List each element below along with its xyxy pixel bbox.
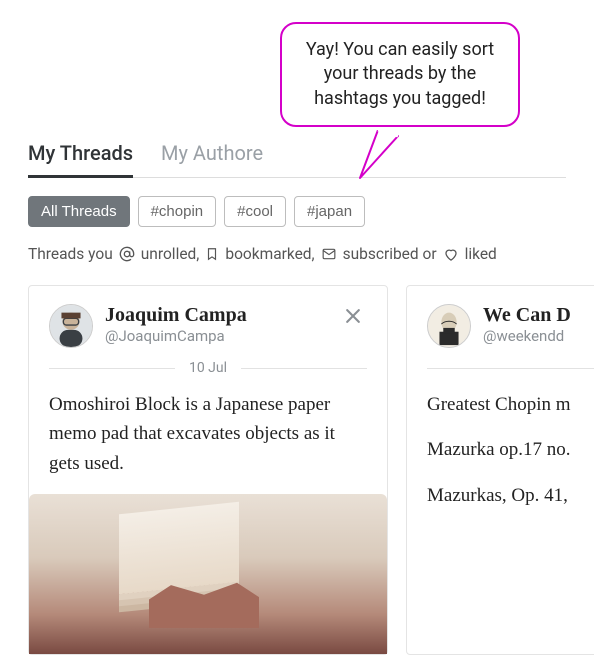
- divider-line: [49, 368, 175, 369]
- card-header: We Can D @weekendd: [427, 304, 594, 348]
- card-header: Joaquim Campa @JoaquimCampa: [49, 304, 367, 348]
- thread-text: Omoshiroi Block is a Japanese paper memo…: [49, 390, 367, 478]
- help-subscribed: subscribed or: [343, 245, 437, 263]
- close-icon[interactable]: [339, 304, 367, 333]
- tip-text: Yay! You can easily sort your threads by…: [306, 39, 494, 109]
- date-divider: 22: [427, 360, 594, 376]
- thread-image[interactable]: [29, 494, 387, 654]
- thread-text: Greatest Chopin m: [427, 390, 594, 419]
- help-unrolled: unrolled,: [141, 245, 200, 263]
- tip-speech-bubble: Yay! You can easily sort your threads by…: [280, 22, 520, 127]
- speech-bubble-tail: [358, 130, 418, 190]
- thread-cards-row: Joaquim Campa @JoaquimCampa 10 Jul Omosh…: [28, 285, 566, 655]
- chip-label: #japan: [307, 203, 352, 220]
- bookmark-icon: [205, 246, 219, 262]
- thread-body: Omoshiroi Block is a Japanese paper memo…: [49, 390, 367, 478]
- help-line: Threads you unrolled, bookmarked, subscr…: [28, 245, 566, 263]
- help-liked: liked: [465, 245, 497, 263]
- tab-label: My Authore: [161, 141, 263, 165]
- thread-card[interactable]: We Can D @weekendd 22 Greatest Chopin m …: [406, 285, 594, 655]
- tab-my-authored[interactable]: My Authore: [161, 141, 263, 178]
- filter-chip-all-threads[interactable]: All Threads: [28, 196, 130, 227]
- chip-label: All Threads: [41, 203, 117, 220]
- avatar[interactable]: [49, 304, 93, 348]
- thread-body: Greatest Chopin m Mazurka op.17 no. Mazu…: [427, 390, 594, 510]
- date-divider: 10 Jul: [49, 360, 367, 376]
- help-prefix: Threads you: [28, 245, 113, 263]
- thread-text: Mazurkas, Op. 41,: [427, 481, 594, 510]
- chip-label: #cool: [237, 203, 273, 220]
- avatar[interactable]: [427, 304, 471, 348]
- filter-chip-row: All Threads #chopin #cool #japan: [28, 196, 566, 227]
- thread-date: 10 Jul: [189, 360, 227, 376]
- help-bookmarked: bookmarked,: [225, 245, 314, 263]
- mail-icon: [321, 247, 337, 261]
- filter-chip-cool[interactable]: #cool: [224, 196, 286, 227]
- author-display-name: Joaquim Campa: [105, 304, 327, 327]
- author-handle: @weekendd: [483, 327, 594, 345]
- thread-text: Mazurka op.17 no.: [427, 435, 594, 464]
- tabs-row: My Threads My Authore: [28, 140, 566, 178]
- chip-label: #chopin: [151, 203, 204, 220]
- heart-icon: [443, 247, 459, 262]
- tab-label: My Threads: [28, 141, 133, 165]
- tab-my-threads[interactable]: My Threads: [28, 141, 133, 178]
- thread-card[interactable]: Joaquim Campa @JoaquimCampa 10 Jul Omosh…: [28, 285, 388, 655]
- author-block: We Can D @weekendd: [483, 304, 594, 345]
- divider-line: [241, 368, 367, 369]
- author-display-name: We Can D: [483, 304, 594, 327]
- at-icon: [119, 246, 135, 262]
- author-block: Joaquim Campa @JoaquimCampa: [105, 304, 327, 345]
- divider-line: [427, 368, 594, 369]
- filter-chip-chopin[interactable]: #chopin: [138, 196, 217, 227]
- author-handle: @JoaquimCampa: [105, 327, 327, 345]
- filter-chip-japan[interactable]: #japan: [294, 196, 365, 227]
